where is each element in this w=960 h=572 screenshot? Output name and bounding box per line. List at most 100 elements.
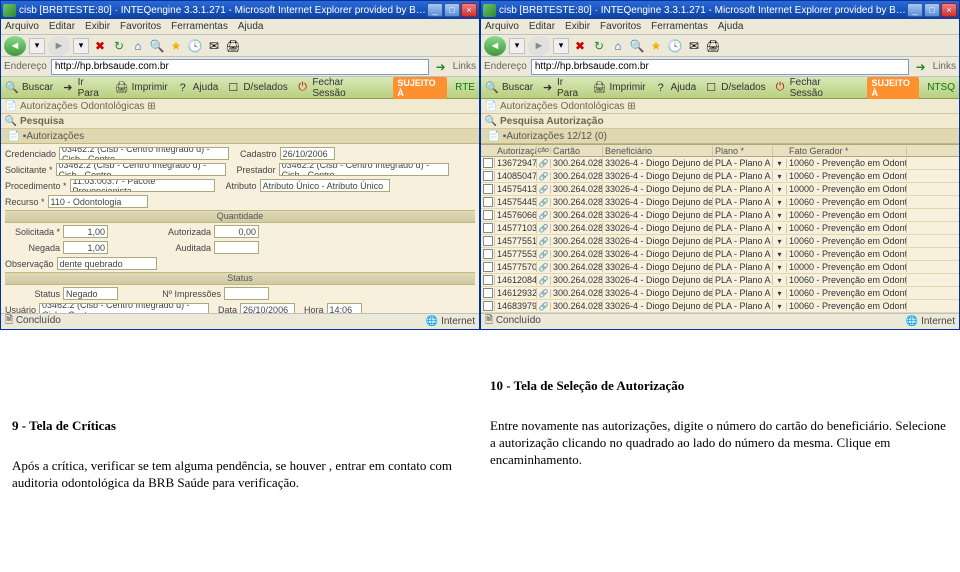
favorites-icon[interactable]: ★	[648, 38, 664, 54]
back-dropdown[interactable]: ▾	[509, 38, 525, 54]
table-row[interactable]: 14085047🔗300.264.02833026-4 - Diogo Deju…	[481, 170, 959, 183]
table-row[interactable]: 14683979🔗300.264.02833026-4 - Diogo Deju…	[481, 300, 959, 313]
row-checkbox[interactable]	[483, 262, 493, 272]
table-row[interactable]: 14612084🔗300.264.02833026-4 - Diogo Deju…	[481, 274, 959, 287]
appbar-ajuda[interactable]: ?Ajuda	[176, 81, 219, 95]
table-row[interactable]: 14575445🔗300.264.02833026-4 - Diogo Deju…	[481, 196, 959, 209]
go-icon[interactable]: ➜	[433, 59, 449, 75]
menu-ajuda[interactable]: Ajuda	[718, 21, 744, 32]
chevron-icon[interactable]: ▾	[777, 289, 781, 298]
row-checkbox[interactable]	[483, 210, 493, 220]
mail-icon[interactable]: ✉	[206, 38, 222, 54]
menu-ajuda[interactable]: Ajuda	[238, 21, 264, 32]
menu-ferramentas[interactable]: Ferramentas	[651, 21, 708, 32]
mail-icon[interactable]: ✉	[686, 38, 702, 54]
menu-favoritos[interactable]: Favoritos	[120, 21, 161, 32]
forward-dropdown[interactable]: ▾	[553, 38, 569, 54]
chevron-icon[interactable]: ▾	[777, 276, 781, 285]
chevron-icon[interactable]: ▾	[777, 224, 781, 233]
fld-autor[interactable]: 0,00	[214, 225, 259, 238]
history-icon[interactable]: 🕓	[187, 38, 203, 54]
fld-status[interactable]: Negado	[63, 287, 118, 300]
close-button[interactable]: ×	[941, 3, 957, 17]
fld-proc[interactable]: 11.03.003.7 - Pacote Prevencionista	[70, 179, 215, 192]
menu-arquivo[interactable]: Arquivo	[5, 21, 39, 32]
fld-cred[interactable]: 03462.2 (Cisb - Centro Integrado d) - Ci…	[59, 147, 229, 160]
right-panel-tab[interactable]: 📄▪ Autorizações 12/12 (0)	[481, 129, 959, 144]
menu-exibir[interactable]: Exibir	[565, 21, 590, 32]
minimize-button[interactable]: _	[427, 3, 443, 17]
row-checkbox[interactable]	[483, 236, 493, 246]
row-checkbox[interactable]	[483, 301, 493, 311]
minimize-button[interactable]: _	[907, 3, 923, 17]
print-icon[interactable]: 🖨	[705, 38, 721, 54]
fld-neg[interactable]: 1,00	[63, 241, 108, 254]
print-icon[interactable]: 🖨	[225, 38, 241, 54]
external-icon[interactable]: 🔗	[539, 185, 549, 194]
external-icon[interactable]: 🔗	[539, 302, 549, 311]
chevron-icon[interactable]: ▾	[777, 250, 781, 259]
external-icon[interactable]: 🔗	[539, 250, 549, 259]
row-checkbox[interactable]	[483, 197, 493, 207]
search-icon[interactable]: 🔍	[629, 38, 645, 54]
row-checkbox[interactable]	[483, 158, 493, 168]
search-icon[interactable]: 🔍	[149, 38, 165, 54]
appbar-imprimir[interactable]: 🖨Imprimir	[115, 81, 168, 95]
external-icon[interactable]: 🔗	[539, 211, 549, 220]
external-icon[interactable]: 🔗	[539, 224, 549, 233]
appbar-deselect[interactable]: ☐D/selados	[226, 81, 287, 95]
table-row[interactable]: 14576066🔗300.264.02833026-4 - Diogo Deju…	[481, 209, 959, 222]
address-input[interactable]: http://hp.brbsaude.com.br	[51, 59, 429, 75]
favorites-icon[interactable]: ★	[168, 38, 184, 54]
forward-dropdown[interactable]: ▾	[73, 38, 89, 54]
left-breadcrumb-2[interactable]: 🔍Pesquisa	[1, 114, 479, 129]
chevron-icon[interactable]: ▾	[777, 211, 781, 220]
home-icon[interactable]: ⌂	[130, 38, 146, 54]
appbar-fechar[interactable]: ⏻Fechar Sessão	[296, 77, 378, 99]
appbar-ajuda[interactable]: ?Ajuda	[654, 81, 697, 95]
external-icon[interactable]: 🔗	[539, 276, 549, 285]
row-checkbox[interactable]	[483, 184, 493, 194]
chevron-icon[interactable]: ▾	[777, 172, 781, 181]
chevron-icon[interactable]: ▾	[777, 237, 781, 246]
appbar-irpara[interactable]: ➜Ir Para	[61, 77, 107, 99]
fld-aud[interactable]	[214, 241, 259, 254]
fld-solic[interactable]: 1,00	[63, 225, 108, 238]
fld-cad[interactable]: 26/10/2006	[280, 147, 335, 160]
refresh-icon[interactable]: ↻	[111, 38, 127, 54]
menu-arquivo[interactable]: Arquivo	[485, 21, 519, 32]
appbar-irpara[interactable]: ➜Ir Para	[541, 77, 584, 99]
table-row[interactable]: 14577551🔗300.264.02833026-4 - Diogo Deju…	[481, 235, 959, 248]
fld-rec[interactable]: 110 - Odontologia	[48, 195, 148, 208]
external-icon[interactable]: 🔗	[539, 159, 549, 168]
menu-favoritos[interactable]: Favoritos	[600, 21, 641, 32]
home-icon[interactable]: ⌂	[610, 38, 626, 54]
right-breadcrumb-1[interactable]: 📄Autorizações Odontológicas ⊞	[481, 99, 959, 114]
chevron-icon[interactable]: ▾	[777, 263, 781, 272]
table-row[interactable]: 14577570🔗300.264.02833026-4 - Diogo Deju…	[481, 261, 959, 274]
external-icon[interactable]: 🔗	[539, 172, 549, 181]
external-icon[interactable]: 🔗	[539, 289, 549, 298]
row-checkbox[interactable]	[483, 275, 493, 285]
close-button[interactable]: ×	[461, 3, 477, 17]
fld-data[interactable]: 26/10/2006	[240, 303, 295, 313]
table-row[interactable]: 14577103🔗300.264.02833026-4 - Diogo Deju…	[481, 222, 959, 235]
fld-prest[interactable]: 03462.2 (Cisb - Centro Integrado d) - Ci…	[279, 163, 449, 176]
table-row[interactable]: 14577553🔗300.264.02833026-4 - Diogo Deju…	[481, 248, 959, 261]
menu-ferramentas[interactable]: Ferramentas	[171, 21, 228, 32]
chevron-icon[interactable]: ▾	[777, 198, 781, 207]
fld-sol[interactable]: 03462.2 (Cisb - Centro Integrado d) - Ci…	[56, 163, 226, 176]
fld-obs[interactable]: dente quebrado	[57, 257, 157, 270]
external-icon[interactable]: 🔗	[539, 263, 549, 272]
table-row[interactable]: 14575413🔗300.264.02833026-4 - Diogo Deju…	[481, 183, 959, 196]
external-icon[interactable]: 🔗	[539, 237, 549, 246]
maximize-button[interactable]: □	[924, 3, 940, 17]
chevron-icon[interactable]: ▾	[777, 185, 781, 194]
fld-usr[interactable]: 03462.2 (Cisb - Centro Integrado d) - Ci…	[39, 303, 209, 313]
maximize-button[interactable]: □	[444, 3, 460, 17]
right-titlebar[interactable]: cisb [BRBTESTE:80] · INTEQengine 3.3.1.2…	[481, 1, 959, 19]
chevron-icon[interactable]: ▾	[777, 302, 781, 311]
left-breadcrumb-1[interactable]: 📄Autorizações Odontológicas ⊞	[1, 99, 479, 114]
menu-exibir[interactable]: Exibir	[85, 21, 110, 32]
fld-imp[interactable]	[224, 287, 269, 300]
